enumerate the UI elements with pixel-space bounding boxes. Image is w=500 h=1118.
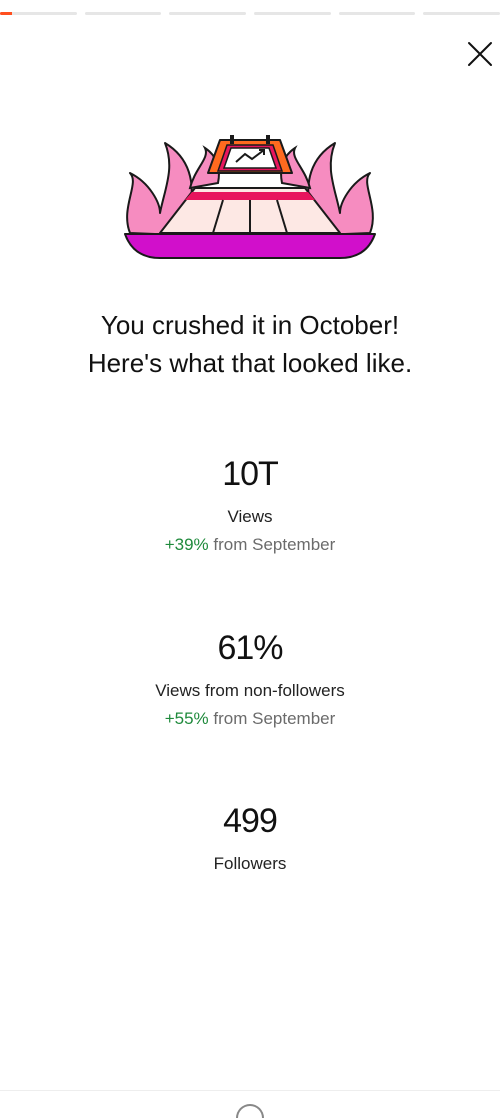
stat-change: +55% from September <box>0 708 500 730</box>
stat-label: Views from non-followers <box>155 681 345 700</box>
progress-segment <box>0 12 77 15</box>
stat-label: Followers <box>213 854 287 873</box>
progress-segment <box>338 12 416 15</box>
close-icon <box>468 42 492 66</box>
trending-up-chart-illustration <box>124 135 376 259</box>
stat-non-follower-views: 61% Views from non-followers +55% from S… <box>0 626 500 730</box>
stat-views: 10T Views +39% from September <box>0 452 500 556</box>
stat-followers: 499 Followers <box>0 799 500 875</box>
headline-line-2: Here's what that looked like. <box>87 348 413 378</box>
progress-segment <box>423 12 500 15</box>
headline-line-1: You crushed it in October! <box>100 310 400 340</box>
stat-change-pct: +55% <box>164 709 209 728</box>
stat-change-suffix: from September <box>208 709 336 728</box>
stat-value: 499 <box>223 802 278 840</box>
stat-change-pct: +39% <box>164 535 209 554</box>
close-button[interactable] <box>462 36 498 72</box>
stat-value: 10T <box>222 455 279 493</box>
stat-label: Views <box>227 507 273 526</box>
progress-segment <box>254 12 331 15</box>
stat-value: 61% <box>217 629 283 667</box>
divider <box>0 1090 500 1091</box>
progress-segment <box>84 12 162 15</box>
sheet-handle[interactable] <box>236 1104 264 1118</box>
stat-change-suffix: from September <box>208 535 336 554</box>
progress-segment <box>169 12 247 15</box>
headline: You crushed it in October! Here's what t… <box>0 306 500 382</box>
stat-change: +39% from September <box>0 534 500 556</box>
story-progress-bar <box>0 12 500 16</box>
